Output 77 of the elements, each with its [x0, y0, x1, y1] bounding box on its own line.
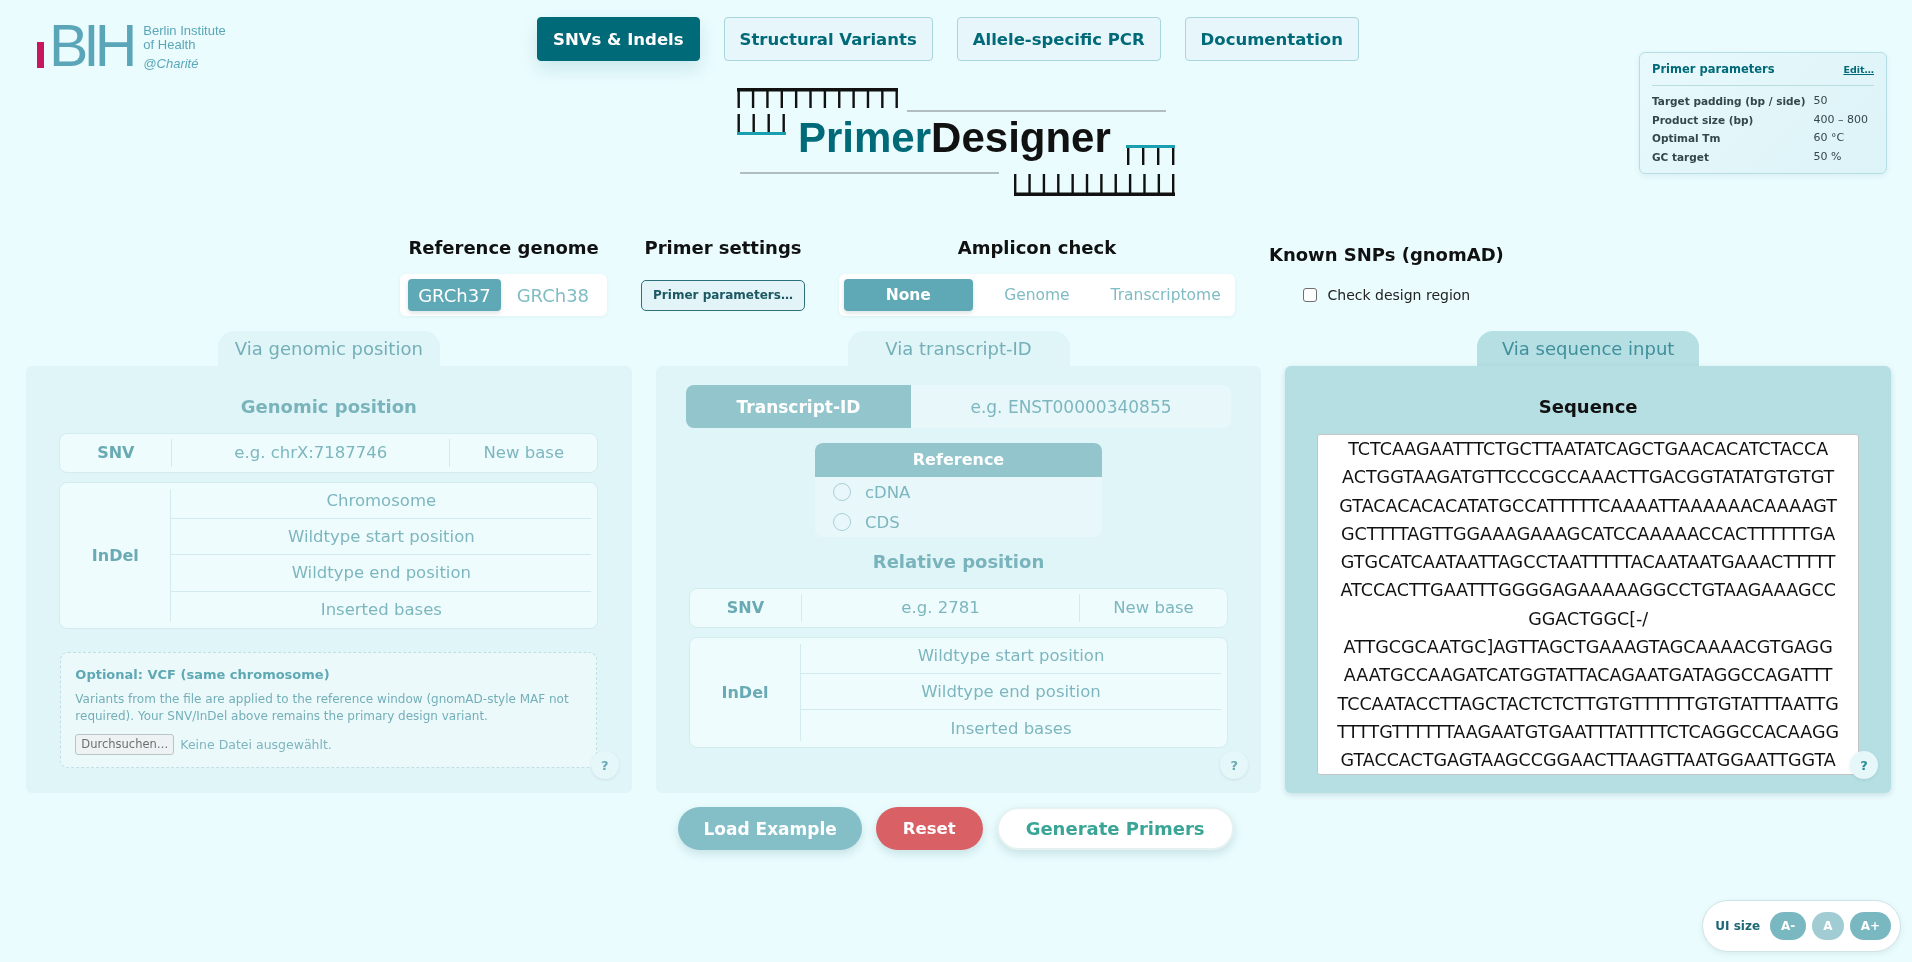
- parameter-value: 60 °C: [1813, 130, 1846, 146]
- card-title: Primer parameters: [1652, 62, 1775, 76]
- parameter-label: Target padding (bp / side): [1652, 94, 1806, 109]
- segment-option[interactable]: None: [843, 279, 973, 311]
- indel-input[interactable]: Wildtype start position: [171, 519, 592, 556]
- logo-bar-icon: [37, 42, 44, 68]
- parameter-value: 50 %: [1813, 148, 1843, 165]
- panel-heading: Sequence: [1538, 395, 1638, 419]
- snv-input[interactable]: New base: [1079, 593, 1227, 622]
- method-tab[interactable]: Via genomic position: [217, 331, 440, 366]
- setting-heading: Known SNPs (gnomAD): [1268, 243, 1504, 267]
- sequence-field[interactable]: TCTCAAGAATTTCTGCTTAATATCAGCTGAACACATCTACCA ACTGGTAAGATGTTCCCGCCAAACTTGACGGTATATGTGTGT GTACACACACATATGCCATTTTTCAAAATTAAAAAACAAAAGT GCTTTTAGTTGGAAAGAAAGCATCCAAAAACCACTTTTTTGA GTGCATCAATAATTAGCCTAATTTTTACAATAATGAAACTTTTT ATCCACTTGAATTTGGGGAGAAAAAGGCCTGTAAGAAAGCC GGACTGGC[-/ ATTGCGCAATGC]AGTTAGCTGAAAGTAGCAAAACGTGAGG AAATGCCAAGATCATGGTATTACAGAATGATAGGCCAGATTT TCCAATACCTTAGCTACTCTCTTGTGTTTTTTGTGTATTTAATTG TTTTGTTTTTTAAGAATGTGAATTTATTTTCTCAGGCCACAAGG GTACCACTGAGTAAGCCGGAACTTAAGTTAATGGAATTGGTA: [1317, 434, 1860, 775]
- variant-type-label: InDel: [60, 489, 172, 622]
- parameter-label: GC target: [1652, 149, 1710, 165]
- example-button[interactable]: Load Example: [678, 807, 862, 850]
- indel-input-group[interactable]: InDel Wildtype start position Wildtype end position Inserted bases: [689, 637, 1228, 748]
- indel-input-group[interactable]: InDel Chromosome Wildtype start position Wildtype end position Inserted bases: [59, 482, 599, 629]
- variant-type-label: InDel: [690, 644, 801, 741]
- snv-input[interactable]: New base: [449, 438, 598, 467]
- indel-input[interactable]: Wildtype end position: [171, 555, 592, 592]
- radio-label: CDS: [865, 512, 900, 532]
- logo-caption: of Health: [143, 37, 197, 51]
- snv-input-group[interactable]: SNV e.g. 2781 New base: [689, 587, 1228, 628]
- parameter-label: Product size (bp): [1652, 112, 1755, 128]
- variant-type-label: SNV: [96, 443, 136, 463]
- primer-parameters-button[interactable]: Primer parameters…: [641, 279, 805, 311]
- reference-header: Reference: [815, 443, 1102, 477]
- indel-input[interactable]: Wildtype start position: [801, 638, 1221, 675]
- panel-heading: Relative position: [872, 550, 1045, 574]
- indel-input[interactable]: Inserted bases: [801, 710, 1221, 747]
- parameter-value: 50: [1813, 93, 1829, 109]
- help-button[interactable]: ?: [1220, 751, 1249, 779]
- radio-label: cDNA: [865, 482, 911, 502]
- file-browse-button[interactable]: Durchsuchen…: [75, 733, 175, 755]
- nav-tab[interactable]: Structural Variants: [723, 17, 933, 61]
- logo-caption: Berlin Institute: [143, 24, 226, 38]
- nav-tab[interactable]: SNVs & Indels: [537, 17, 700, 61]
- indel-input[interactable]: Wildtype end position: [801, 674, 1221, 711]
- panel-heading: Genomic position: [240, 395, 417, 419]
- segment-option[interactable]: Genome: [972, 279, 1102, 311]
- ui-size-label: UI size: [1715, 919, 1761, 933]
- nav-tab[interactable]: Allele-specific PCR: [956, 17, 1161, 61]
- edit-link[interactable]: Edit…: [1843, 63, 1874, 75]
- setting-heading: Primer settings: [644, 236, 802, 260]
- help-button[interactable]: ?: [1850, 751, 1878, 779]
- toggle-option[interactable]: GRCh38: [506, 279, 600, 311]
- nav-tab[interactable]: Documentation: [1184, 17, 1359, 61]
- setting-heading: Amplicon check: [957, 236, 1117, 260]
- parameter-label: Optimal Tm: [1652, 131, 1722, 146]
- snv-input-group[interactable]: SNV e.g. chrX:7187746 New base: [59, 432, 599, 473]
- snv-input[interactable]: e.g. chrX:7187746: [171, 438, 450, 467]
- vcf-description: Variants from the file are applied to the reference window (gnomAD-style MAF not required). Your SNV/InDel above remains the primary design variant.: [75, 690, 570, 725]
- method-tab[interactable]: Via sequence input: [1477, 331, 1700, 366]
- vcf-title: Optional: VCF (same chromosome): [75, 665, 330, 684]
- setting-heading: Reference genome: [408, 236, 599, 260]
- app-title: PrimerDesigner: [798, 117, 1111, 159]
- toggle-option[interactable]: GRCh37: [408, 279, 501, 311]
- font-size-button[interactable]: A-: [1770, 912, 1807, 940]
- file-status-text: Keine Datei ausgewählt.: [180, 736, 332, 752]
- snv-input[interactable]: e.g. 2781: [801, 593, 1079, 622]
- segment-option[interactable]: Transcriptome: [1101, 279, 1230, 311]
- method-tab[interactable]: Via transcript-ID: [847, 331, 1070, 366]
- reset-button[interactable]: Reset: [875, 807, 983, 850]
- font-size-button[interactable]: A+: [1849, 912, 1891, 940]
- checkbox[interactable]: [1302, 288, 1317, 302]
- help-button[interactable]: ?: [590, 751, 619, 779]
- transcript-id-input[interactable]: e.g. ENST00000340855: [911, 385, 1231, 428]
- indel-input[interactable]: Inserted bases: [171, 591, 592, 628]
- logo-strand-drawing: [1126, 145, 1175, 166]
- indel-input[interactable]: Chromosome: [171, 483, 592, 520]
- checkbox-label: Check design region: [1327, 287, 1471, 303]
- transcript-id-label: Transcript-ID: [686, 385, 911, 428]
- generate-button[interactable]: Generate Primers: [996, 807, 1234, 850]
- parameter-value: 400 – 800: [1813, 111, 1868, 128]
- logo-wordmark: BIH: [49, 17, 133, 76]
- variant-type-label: SNV: [725, 598, 766, 618]
- logo-caption: @Charité: [143, 57, 200, 71]
